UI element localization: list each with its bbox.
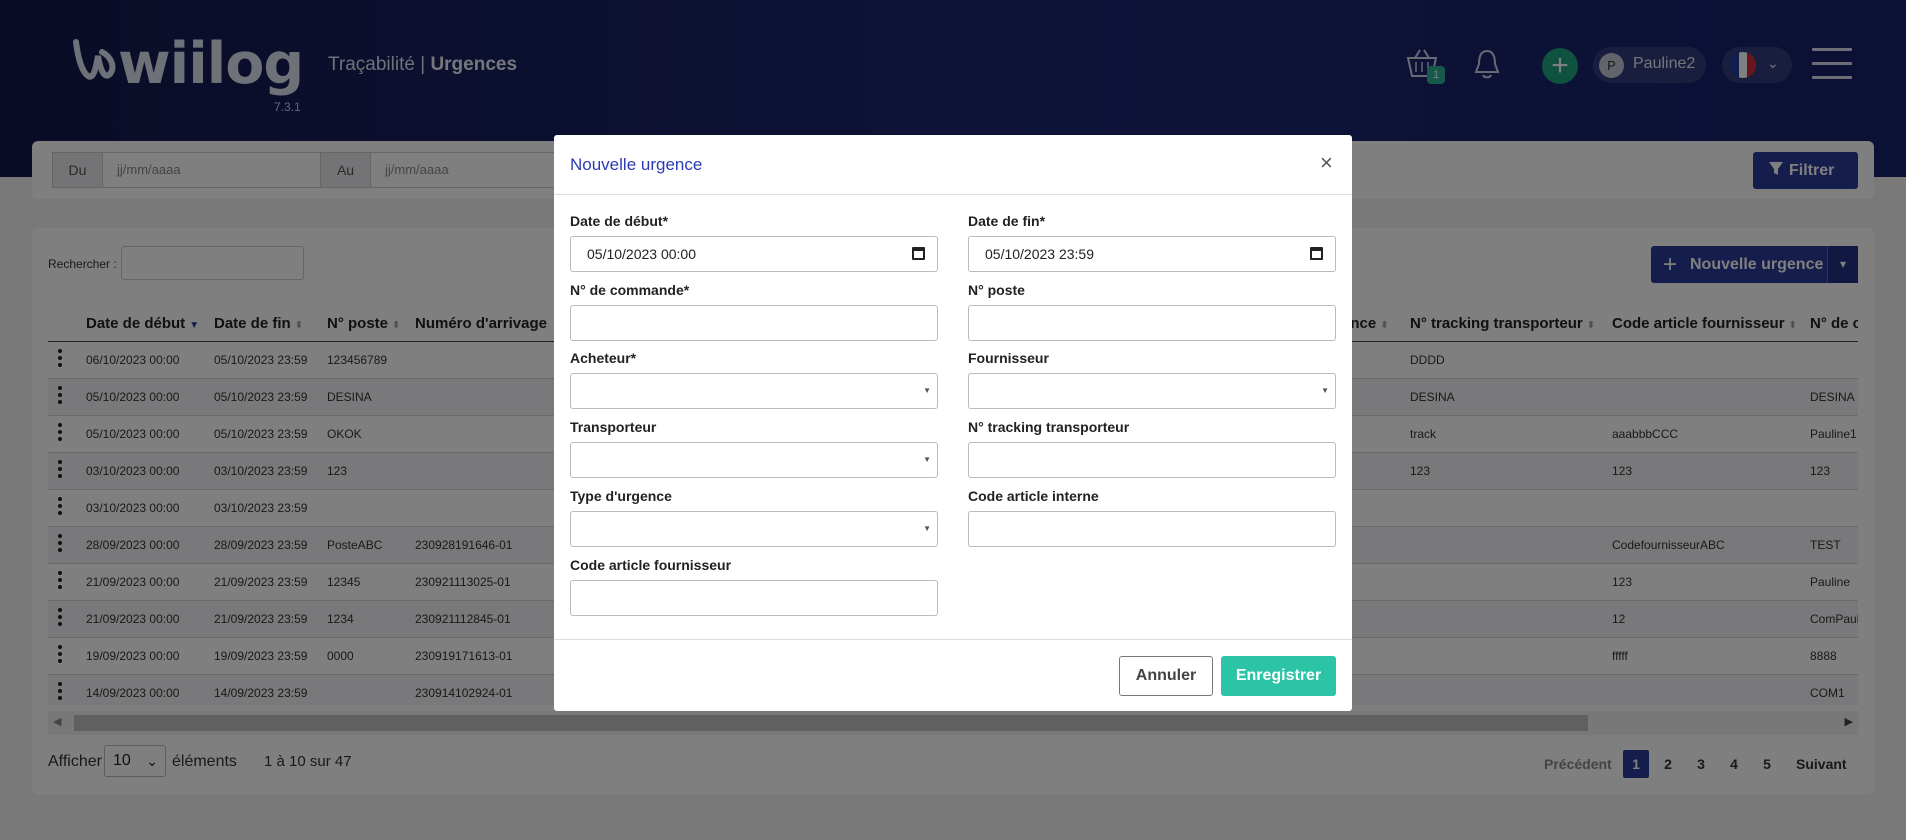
start-date-label: Date de début* [570, 213, 669, 229]
post-number-field[interactable] [968, 305, 1336, 341]
save-button[interactable]: Enregistrer [1221, 656, 1336, 696]
close-icon[interactable]: × [1320, 150, 1333, 176]
chevron-down-icon: ▼ [923, 524, 931, 533]
order-number-field[interactable] [570, 305, 938, 341]
start-date-field[interactable]: 05/10/2023 00:00 [570, 236, 938, 272]
urgence-type-select[interactable]: ▼ [570, 511, 938, 547]
supplier-code-field[interactable] [570, 580, 938, 616]
supplier-label: Fournisseur [968, 350, 1049, 366]
buyer-label: Acheteur* [570, 350, 637, 366]
tracking-label: N° tracking transporteur [968, 419, 1130, 435]
cancel-button[interactable]: Annuler [1119, 656, 1213, 696]
urgence-type-label: Type d'urgence [570, 488, 672, 504]
calendar-icon[interactable] [912, 247, 925, 260]
supplier-code-label: Code article fournisseur [570, 557, 732, 573]
modal-header-divider [554, 194, 1352, 195]
tracking-field[interactable] [968, 442, 1336, 478]
new-urgence-modal: Nouvelle urgence × Date de début* 05/10/… [554, 135, 1352, 711]
carrier-select[interactable]: ▼ [570, 442, 938, 478]
internal-code-field[interactable] [968, 511, 1336, 547]
supplier-select[interactable]: ▼ [968, 373, 1336, 409]
order-number-label: N° de commande* [570, 282, 690, 298]
buyer-select[interactable]: ▼ [570, 373, 938, 409]
end-date-value: 05/10/2023 23:59 [985, 246, 1094, 262]
chevron-down-icon: ▼ [923, 455, 931, 464]
chevron-down-icon: ▼ [923, 386, 931, 395]
chevron-down-icon: ▼ [1321, 386, 1329, 395]
post-number-label: N° poste [968, 282, 1025, 298]
modal-title: Nouvelle urgence [570, 155, 703, 174]
end-date-label: Date de fin* [968, 213, 1046, 229]
internal-code-label: Code article interne [968, 488, 1099, 504]
start-date-value: 05/10/2023 00:00 [587, 246, 696, 262]
end-date-field[interactable]: 05/10/2023 23:59 [968, 236, 1336, 272]
calendar-icon[interactable] [1310, 247, 1323, 260]
carrier-label: Transporteur [570, 419, 657, 435]
modal-footer-divider [554, 639, 1352, 640]
